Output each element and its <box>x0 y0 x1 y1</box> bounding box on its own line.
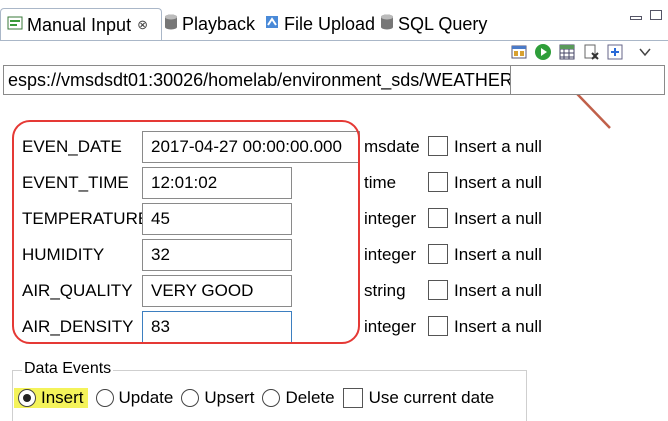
radio-label: Update <box>118 388 174 407</box>
field-type: time <box>364 173 397 192</box>
stream-url-field-extension[interactable] <box>511 65 665 95</box>
field-type: integer <box>364 245 416 264</box>
insert-null-label: Insert a null <box>454 245 542 264</box>
radio-label: Delete <box>285 388 335 407</box>
insert-null-checkbox[interactable] <box>428 316 448 336</box>
field-type: string <box>364 281 406 300</box>
stream-url-field[interactable]: esps://vmsdsdt01:30026/homelab/environme… <box>3 65 511 95</box>
insert-radio[interactable] <box>18 389 36 407</box>
annotation-highlight-box <box>12 120 360 344</box>
insert-null-label: Insert a null <box>454 173 542 192</box>
use-current-date-option[interactable]: Use current date <box>342 388 495 408</box>
field-type: integer <box>364 317 416 336</box>
insert-radio-option[interactable]: Insert <box>14 388 88 408</box>
insert-null-label: Insert a null <box>454 209 542 228</box>
insert-null-label: Insert a null <box>454 137 542 156</box>
data-events-options: Insert Update Upsert Delete Use current … <box>14 384 502 412</box>
insert-null-checkbox[interactable] <box>428 244 448 264</box>
use-current-date-checkbox[interactable] <box>342 388 363 408</box>
insert-null-label: Insert a null <box>454 281 542 300</box>
checkbox-label: Use current date <box>368 388 495 407</box>
delete-radio-option[interactable]: Delete <box>262 388 335 408</box>
insert-null-checkbox[interactable] <box>428 208 448 228</box>
insert-null-checkbox[interactable] <box>428 280 448 300</box>
upsert-radio[interactable] <box>181 389 200 407</box>
insert-null-checkbox[interactable] <box>428 136 448 156</box>
radio-label: Insert <box>41 388 84 407</box>
insert-null-label: Insert a null <box>454 317 542 336</box>
data-events-label: Data Events <box>22 360 114 378</box>
field-type: integer <box>364 209 416 228</box>
insert-null-checkbox[interactable] <box>428 172 448 192</box>
update-radio-option[interactable]: Update <box>95 388 174 408</box>
delete-radio[interactable] <box>262 389 281 407</box>
upsert-radio-option[interactable]: Upsert <box>181 388 254 408</box>
radio-label: Upsert <box>204 388 255 407</box>
update-radio[interactable] <box>95 389 114 407</box>
field-type: msdate <box>364 137 420 156</box>
